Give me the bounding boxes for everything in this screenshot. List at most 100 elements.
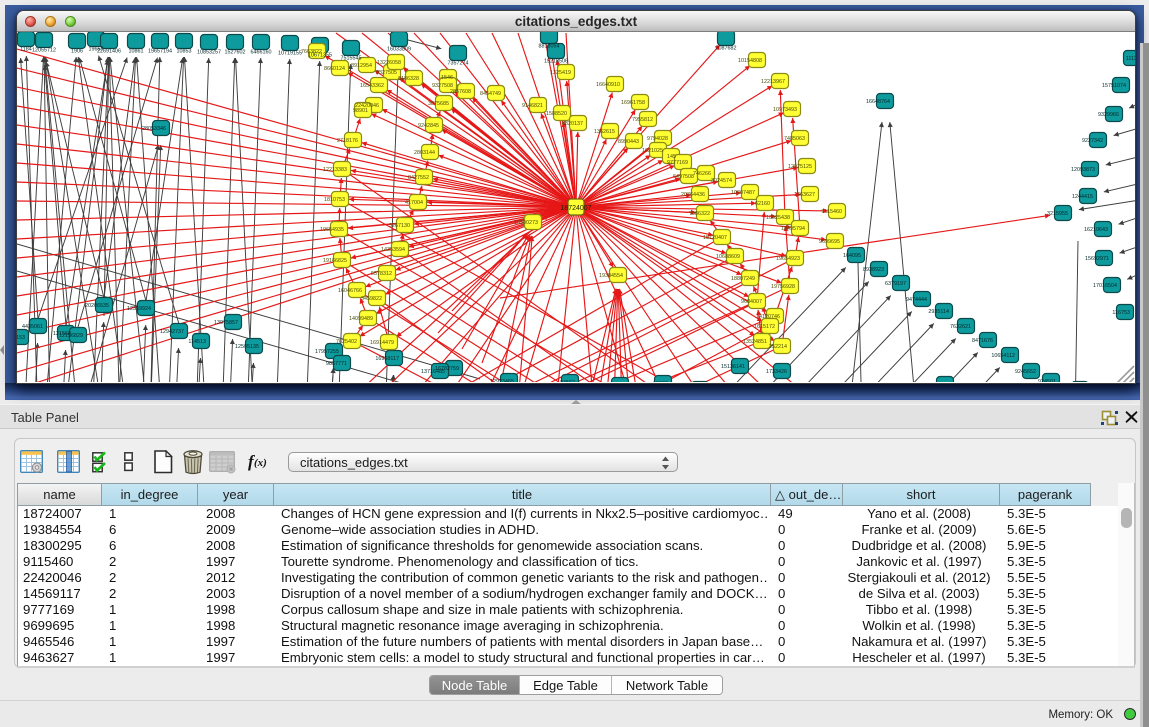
svg-text:16914479: 16914479: [370, 340, 394, 346]
svg-text:9115460: 9115460: [821, 209, 842, 215]
svg-text:7663822: 7663822: [301, 49, 322, 55]
svg-text:1621025: 1621025: [642, 148, 663, 154]
svg-text:1615172: 1615172: [754, 324, 775, 330]
svg-text:7955812: 7955812: [632, 117, 653, 123]
svg-text:12213383: 12213383: [323, 167, 347, 173]
svg-text:7485063: 7485063: [784, 136, 805, 142]
svg-text:8660124: 8660124: [324, 66, 345, 72]
svg-text:9327505: 9327505: [376, 70, 397, 76]
svg-text:16648764: 16648764: [866, 99, 890, 105]
svg-text:8471676: 8471676: [972, 338, 993, 344]
svg-text:12093873: 12093873: [1071, 167, 1095, 173]
svg-text:417004: 417004: [405, 200, 423, 206]
svg-text:3459822: 3459822: [361, 296, 382, 302]
svg-text:14353594: 14353594: [381, 247, 405, 253]
svg-text:10853257: 10853257: [197, 50, 221, 56]
svg-text:2867608: 2867608: [450, 89, 471, 95]
svg-text:2718176: 2718176: [337, 138, 358, 144]
svg-text:19384554: 19384554: [599, 273, 623, 279]
svg-text:15692971: 15692971: [1085, 256, 1109, 262]
svg-text:1463627: 1463627: [794, 192, 815, 198]
svg-text:10853: 10853: [177, 49, 192, 55]
svg-text:7632621: 7632621: [950, 324, 971, 330]
svg-text:10719155: 10719155: [278, 51, 302, 57]
svg-text:3875685: 3875685: [428, 101, 449, 107]
svg-text:28053346: 28053346: [142, 126, 166, 132]
svg-text:252214: 252214: [769, 344, 787, 350]
svg-text:8186328: 8186328: [398, 76, 419, 82]
svg-text:9146821: 9146821: [522, 103, 543, 109]
svg-text:10973493: 10973493: [773, 107, 797, 113]
svg-text:(x): (x): [254, 457, 267, 469]
svg-text:1810753: 1810753: [324, 197, 345, 203]
svg-text:9857771: 9857771: [326, 361, 347, 367]
svg-text:9777169: 9777169: [667, 160, 688, 166]
svg-text:19657194: 19657194: [148, 49, 172, 55]
svg-text:16961758: 16961758: [621, 100, 645, 106]
svg-text:1244415: 1244415: [1072, 194, 1093, 200]
svg-text:10807487: 10807487: [731, 190, 755, 196]
svg-text:14099489: 14099489: [349, 316, 373, 322]
svg-text:5578312: 5578312: [371, 271, 392, 277]
svg-text:19654923: 19654923: [776, 256, 800, 262]
svg-text:1906: 1906: [71, 49, 83, 55]
svg-text:9329966: 9329966: [1098, 112, 1119, 118]
svg-text:1733426: 1733426: [766, 369, 787, 375]
svg-text:2087682: 2087682: [716, 46, 737, 52]
svg-text:116753: 116753: [1112, 310, 1130, 316]
svg-text:15300273: 15300273: [514, 220, 538, 226]
svg-text:17957255: 17957255: [315, 349, 339, 355]
svg-text:16033809: 16033809: [387, 47, 411, 53]
svg-text:6466160: 6466160: [251, 50, 272, 56]
svg-text:7515545: 7515545: [341, 56, 362, 62]
svg-text:16046766: 16046766: [338, 288, 362, 294]
svg-text:2935114: 2935114: [928, 309, 949, 315]
svg-text:16640910: 16640910: [596, 82, 620, 88]
svg-text:18807249: 18807249: [731, 276, 755, 282]
svg-text:13716485: 13716485: [421, 369, 445, 375]
svg-text:9245652: 9245652: [1015, 369, 1036, 375]
svg-text:8813054: 8813054: [539, 44, 560, 50]
svg-text:16543362: 16543362: [360, 83, 384, 89]
svg-text:19654935: 19654935: [320, 227, 344, 233]
svg-text:10688609: 10688609: [716, 254, 740, 260]
svg-text:14120746: 14120746: [756, 314, 780, 320]
svg-text:18724007: 18724007: [560, 205, 591, 212]
svg-text:7625402: 7625402: [336, 339, 357, 345]
svg-text:12359924: 12359924: [127, 306, 151, 312]
svg-text:3024574: 3024574: [711, 178, 732, 184]
svg-text:164095: 164095: [843, 253, 861, 259]
svg-text:12923465: 12923465: [490, 379, 514, 382]
svg-text:22691406: 22691406: [97, 49, 121, 55]
svg-text:9794028: 9794028: [647, 136, 668, 142]
svg-text:19756928: 19756928: [771, 284, 795, 290]
svg-text:1527602: 1527602: [225, 50, 246, 56]
svg-text:9699695: 9699695: [819, 239, 840, 245]
svg-text:98901: 98901: [353, 108, 368, 114]
svg-text:19223: 19223: [653, 381, 668, 382]
svg-text:12213967: 12213967: [761, 79, 785, 85]
svg-text:13975857: 13975857: [214, 320, 238, 326]
svg-text:20364436: 20364436: [681, 192, 705, 198]
svg-text:8990443: 8990443: [618, 139, 639, 145]
svg-text:924501: 924501: [1038, 379, 1056, 382]
svg-text:9474444: 9474444: [906, 297, 927, 303]
svg-text:9242845: 9242845: [418, 123, 439, 129]
svg-text:8427552: 8427552: [408, 175, 429, 181]
svg-text:7357274: 7357274: [448, 61, 469, 67]
svg-text:84562: 84562: [560, 380, 575, 382]
svg-text:1362615: 1362615: [594, 129, 615, 135]
svg-text:10861: 10861: [129, 49, 144, 55]
svg-text:3267130: 3267130: [389, 223, 410, 229]
svg-text:8320137: 8320137: [562, 121, 583, 127]
svg-text:15720407: 15720407: [703, 235, 727, 241]
svg-text:17016504: 17016504: [1093, 283, 1117, 289]
svg-text:6497508: 6497508: [673, 174, 694, 180]
svg-text:15136141: 15136141: [721, 364, 745, 370]
svg-text:1112: 1112: [1126, 56, 1135, 62]
svg-text:2803144: 2803144: [414, 150, 435, 156]
svg-text:8912954: 8912954: [351, 63, 372, 69]
svg-text:114513: 114513: [188, 339, 206, 345]
svg-text:7986322: 7986322: [689, 211, 710, 217]
svg-text:19166825: 19166825: [323, 258, 347, 264]
